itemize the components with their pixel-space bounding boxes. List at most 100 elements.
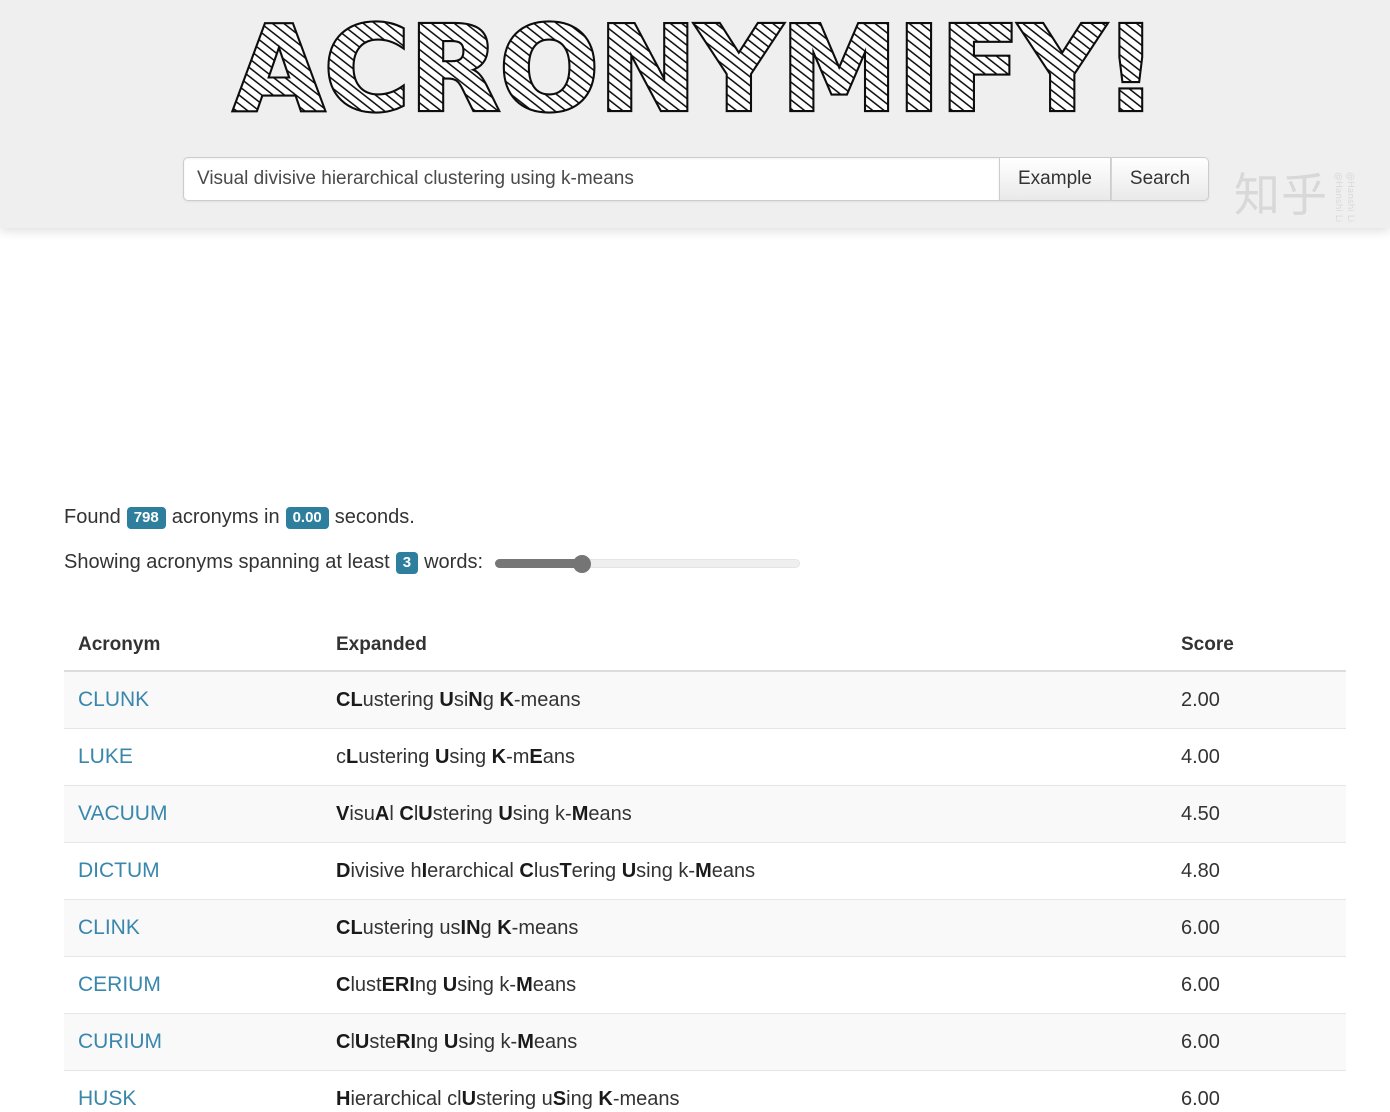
column-header-expanded[interactable]: Expanded	[322, 626, 1167, 672]
cell-score: 6.00	[1167, 1013, 1346, 1071]
found-suffix-label: seconds.	[334, 506, 415, 528]
acronym-letter: K	[598, 1087, 613, 1110]
phrase-fragment: -means	[612, 1087, 680, 1110]
site-logo[interactable]: ACRONYMIFY!	[0, 0, 1390, 140]
acronym-letter: U	[442, 973, 458, 996]
acronym-link[interactable]: CERIUM	[78, 973, 161, 996]
acronym-letter: V	[336, 802, 350, 825]
min-words-filter: Showing acronyms spanning at least 3 wor…	[64, 551, 800, 574]
acronym-letter: C	[399, 802, 414, 825]
table-row[interactable]: CERIUM ClustERIng Using k-Means 6.00	[64, 956, 1346, 1014]
cell-acronym: CURIUM	[64, 1013, 322, 1071]
cell-score: 2.00	[1167, 671, 1346, 729]
acronym-letter: L	[346, 745, 359, 768]
phrase-fragment: ng	[414, 973, 443, 996]
acronym-link[interactable]: DICTUM	[78, 859, 160, 882]
acronym-link[interactable]: HUSK	[78, 1087, 136, 1110]
expanded-phrase: CLustering usINg K-means	[336, 917, 578, 939]
cell-acronym: VACUUM	[64, 785, 322, 843]
acronym-letter: D	[336, 859, 351, 882]
table-row[interactable]: HUSK Hierarchical clUstering uSing K-mean…	[64, 1070, 1346, 1112]
phrase-fragment: sing k-	[458, 1030, 518, 1053]
acronym-count-badge: 798	[126, 506, 166, 529]
acronym-letter: M	[695, 859, 712, 882]
acronym-link[interactable]: LUKE	[78, 745, 133, 768]
acronym-letter: M	[517, 1030, 534, 1053]
column-header-acronym[interactable]: Acronym	[64, 626, 322, 672]
phrase-fragment: stering	[432, 802, 499, 825]
expanded-phrase: CLustering UsiNg K-means	[336, 689, 581, 711]
table-header-row: Acronym Expanded Score	[64, 626, 1346, 672]
cell-score: 4.80	[1167, 842, 1346, 900]
phrase-fragment: ustering us	[362, 916, 461, 939]
phrase-fragment: -means	[513, 688, 581, 711]
phrase-fragment: ustering	[358, 745, 435, 768]
acronym-letter: U	[439, 688, 454, 711]
acronym-letter: RI	[396, 1030, 417, 1053]
expanded-phrase: cLustering Using K-mEans	[336, 746, 575, 768]
acronym-link[interactable]: VACUUM	[78, 802, 167, 825]
found-middle-label: acronyms in	[171, 506, 280, 528]
cell-expanded: cLustering Using K-mEans	[322, 728, 1167, 786]
acronym-letter: C	[336, 973, 351, 996]
example-button[interactable]: Example	[999, 157, 1111, 201]
acronym-letter: U	[354, 1030, 370, 1053]
phrase-fragment: ing	[566, 1087, 599, 1110]
phrase-fragment: g	[482, 688, 500, 711]
cell-score: 4.00	[1167, 728, 1346, 786]
phrase-fragment: g	[480, 916, 498, 939]
cell-acronym: HUSK	[64, 1070, 322, 1112]
search-button[interactable]: Search	[1110, 157, 1210, 201]
search-form[interactable]: Example Search	[183, 157, 1210, 201]
table-row[interactable]: CLINK CLustering usINg K-means 6.00	[64, 899, 1346, 957]
table-row[interactable]: CURIUM ClUsteRIng Using k-Means 6.00	[64, 1013, 1346, 1071]
acronym-link[interactable]: CLUNK	[78, 688, 149, 711]
cell-acronym: LUKE	[64, 728, 322, 786]
phrase-fragment: lust	[350, 973, 382, 996]
cell-expanded: Hierarchical clUstering uSing K-means	[322, 1070, 1167, 1112]
column-header-score[interactable]: Score	[1167, 626, 1346, 672]
expanded-phrase: ClUsteRIng Using k-Means	[336, 1031, 577, 1053]
acronym-letter: H	[336, 1087, 351, 1110]
acronym-letter: U	[434, 745, 450, 768]
acronym-letter: ERI	[381, 973, 415, 996]
cell-acronym: DICTUM	[64, 842, 322, 900]
acronym-letter: T	[559, 859, 572, 882]
slider-fill	[495, 558, 584, 568]
search-seconds-badge: 0.00	[285, 506, 329, 529]
table-row[interactable]: CLUNK CLustering UsiNg K-means 2.00	[64, 671, 1346, 729]
svg-text:ACRONYMIFY!: ACRONYMIFY!	[233, 6, 1157, 134]
slider-handle[interactable]	[573, 554, 592, 573]
acronym-link[interactable]: CURIUM	[78, 1030, 162, 1053]
cell-score: 6.00	[1167, 1070, 1346, 1112]
phrase-fragment: eans	[533, 1030, 578, 1053]
found-prefix-label: Found	[64, 506, 121, 528]
phrase-fragment: ustering	[362, 688, 440, 711]
search-input[interactable]	[183, 157, 999, 201]
acronymify-logo-icon: ACRONYMIFY!	[231, 6, 1160, 134]
found-summary: Found 798 acronyms in 0.00 seconds.	[64, 506, 415, 529]
acronym-letter: M	[516, 973, 533, 996]
phrase-fragment: sing k-	[457, 973, 517, 996]
acronym-letter: IN	[460, 916, 481, 939]
phrase-fragment: lus	[533, 859, 560, 882]
acronym-link[interactable]: CLINK	[78, 916, 140, 939]
expanded-phrase: VisuAl ClUstering Using k-Means	[336, 803, 632, 825]
span-suffix-label: words:	[424, 551, 483, 573]
acronym-results-table: Acronym Expanded Score CLUNK CLustering U…	[64, 626, 1346, 1112]
expanded-phrase: Hierarchical clUstering uSing K-means	[336, 1088, 680, 1110]
acronym-letter: U	[418, 802, 433, 825]
acronym-letter: M	[571, 802, 589, 825]
min-words-slider[interactable]	[495, 554, 800, 573]
table-body: CLUNK CLustering UsiNg K-means 2.00 LUKE cLu…	[64, 671, 1346, 1112]
expanded-phrase: Divisive hIerarchical ClusTering Using k…	[336, 860, 755, 882]
cell-expanded: VisuAl ClUstering Using k-Means	[322, 785, 1167, 843]
table-row[interactable]: VACUUM VisuAl ClUstering Using k-Means 4.5…	[64, 785, 1346, 843]
min-words-badge: 3	[395, 551, 419, 574]
table-row[interactable]: LUKE cLustering Using K-mEans 4.00	[64, 728, 1346, 786]
phrase-fragment: ng	[416, 1030, 444, 1053]
cell-acronym: CLUNK	[64, 671, 322, 729]
cell-expanded: CLustering UsiNg K-means	[322, 671, 1167, 729]
table-row[interactable]: DICTUM Divisive hIerarchical ClusTering U…	[64, 842, 1346, 900]
phrase-fragment: eans	[711, 859, 756, 882]
